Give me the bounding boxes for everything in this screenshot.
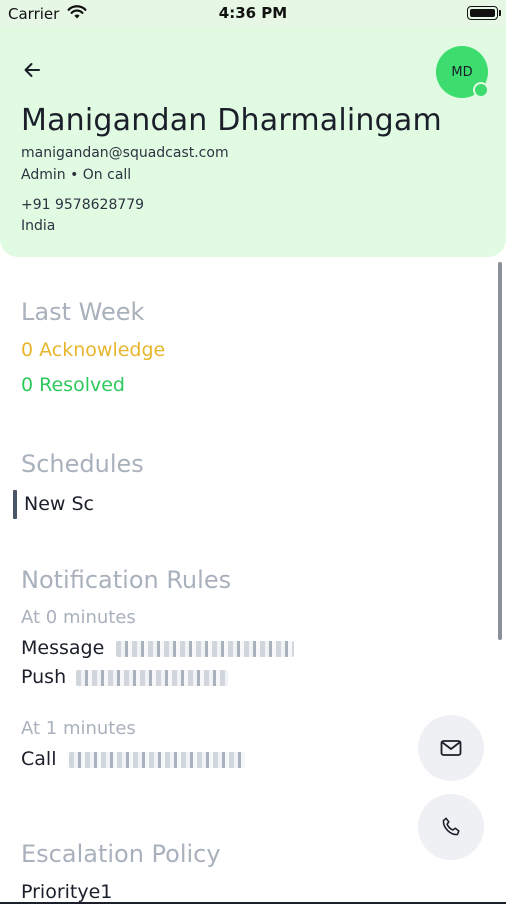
status-bar: Carrier 4:36 PM [0,0,506,28]
rule-push-label: Push [21,666,67,688]
redacted-phone [68,751,245,768]
battery-cap [499,10,501,16]
escalation-policy-name[interactable]: Prioritye1 [21,881,112,903]
rule-call-label: Call [21,748,57,770]
notification-rules-title: Notification Rules [21,566,232,594]
rule-message: Message [21,637,295,659]
redacted-phone [116,640,295,657]
rule-message-label: Message [21,637,105,659]
user-country: India [21,218,56,234]
mail-icon [440,740,462,756]
avatar-initials: MD [451,64,473,80]
schedules-title: Schedules [21,450,144,478]
user-phone: +91 9578628779 [21,197,145,213]
back-button[interactable] [18,56,46,84]
user-name: Manigandan Dharmalingam [21,103,442,138]
clock-time: 4:36 PM [218,4,288,22]
arrow-left-icon [24,63,40,77]
profile-header [0,28,506,257]
user-email: manigandan@squadcast.com [21,145,229,161]
call-button[interactable] [418,794,484,860]
rule-call: Call [21,748,245,770]
resolved-count: 0 Resolved [21,374,125,396]
email-button[interactable] [418,715,484,781]
battery-icon [467,6,498,20]
last-week-title: Last Week [21,298,145,326]
redacted-device [76,669,229,686]
schedule-color-bar [13,490,17,519]
acknowledged-count: 0 Acknowledge [21,339,166,361]
rule-group-heading: At 0 minutes [21,607,136,628]
presence-indicator [473,82,489,98]
rule-group-heading: At 1 minutes [21,718,136,739]
user-role-status: Admin • On call [21,167,132,183]
escalation-policy-title: Escalation Policy [21,840,221,868]
phone-icon [442,817,460,836]
scrollbar[interactable] [498,262,502,640]
schedule-item[interactable]: New Sc [24,493,94,515]
rule-push: Push [21,666,229,688]
